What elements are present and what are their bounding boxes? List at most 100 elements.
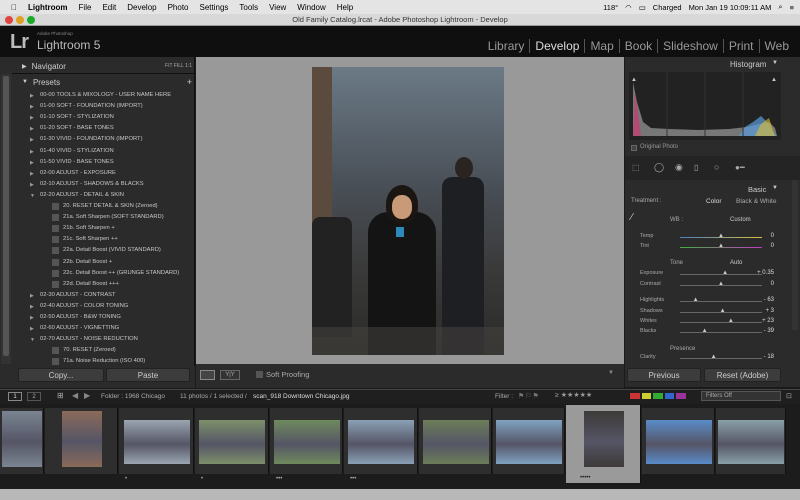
slider-highlights[interactable]: Highlights ▲ - 63 <box>640 297 774 306</box>
slider-blacks[interactable]: Blacks ▲ - 39 <box>640 328 774 337</box>
loupe-view-button[interactable] <box>200 370 215 380</box>
graduated-filter-icon[interactable]: ▯ <box>694 163 698 172</box>
slider-value[interactable]: + 3 <box>765 308 774 314</box>
slider-value[interactable]: + 23 <box>762 318 774 324</box>
expand-arrow-icon[interactable]: ▶ <box>30 137 34 143</box>
menu-settings[interactable]: Settings <box>200 3 229 12</box>
battery-status[interactable]: Charged <box>653 3 682 12</box>
close-window-button[interactable] <box>5 16 13 24</box>
filmstrip-thumbnail[interactable] <box>61 411 102 467</box>
slider-shadows[interactable]: Shadows ▲ + 3 <box>640 308 774 317</box>
left-panel-scrollbar[interactable] <box>1 74 11 364</box>
expand-arrow-icon[interactable]: ▶ <box>30 315 34 321</box>
apple-menu-icon[interactable]:  <box>11 3 17 12</box>
screen-1-button[interactable]: 1 <box>8 392 22 401</box>
slider-thumb-icon[interactable]: ▲ <box>720 308 726 314</box>
preset-item[interactable]: 22a. Detail Boost (VIVID STANDARD) <box>63 245 161 256</box>
before-after-button[interactable]: Y|Y <box>220 370 240 380</box>
treatment-color-button[interactable]: Color <box>706 198 722 205</box>
menu-edit[interactable]: Edit <box>102 3 116 12</box>
module-library[interactable]: Library <box>483 39 530 53</box>
search-icon[interactable]: ⌕ <box>778 2 782 12</box>
preset-folder[interactable]: 02-30 ADJUST - CONTRAST <box>40 290 116 301</box>
rating-stars[interactable]: • <box>125 476 127 482</box>
rating-stars[interactable]: ••• <box>350 476 356 482</box>
preset-folder[interactable]: 01-50 VIVID - BASE TONES <box>40 157 114 168</box>
filmstrip-thumbnail[interactable] <box>273 420 340 464</box>
slider-temp[interactable]: Temp ▲ 0 <box>640 233 774 242</box>
preset-folder[interactable]: 02-40 ADJUST - COLOR TONING <box>40 301 128 312</box>
purple-label-icon[interactable] <box>676 393 686 399</box>
back-arrow-icon[interactable]: ◀ <box>72 391 78 400</box>
preset-folder[interactable]: 01-20 SOFT - BASE TONES <box>40 123 114 134</box>
slider-value[interactable]: 0 <box>771 281 774 287</box>
expand-arrow-icon[interactable]: ▶ <box>30 93 34 99</box>
expand-arrow-icon[interactable]: ▶ <box>30 104 34 110</box>
battery-icon[interactable]: ▭ <box>639 3 646 12</box>
original-photo-checkbox[interactable] <box>631 145 637 151</box>
collapse-basic-icon[interactable]: ▼ <box>772 185 778 191</box>
navigator-zoom-options[interactable]: FIT FILL 1:1 <box>165 63 192 69</box>
module-print[interactable]: Print <box>722 39 759 53</box>
filmstrip-thumbnail[interactable] <box>583 411 624 467</box>
slider-thumb-icon[interactable]: ▲ <box>718 281 724 287</box>
yellow-label-icon[interactable] <box>641 393 652 399</box>
preset-item[interactable]: 22c. Detail Boost ++ (GRUNGE STANDARD) <box>63 268 179 279</box>
right-panel-scrollbar[interactable] <box>792 180 798 330</box>
forward-arrow-icon[interactable]: ▶ <box>84 391 90 400</box>
expand-arrow-icon[interactable]: ▶ <box>30 304 34 310</box>
rating-filter[interactable]: ≥ ★★★★★ <box>555 391 592 399</box>
highlight-clipping-icon[interactable]: ▲ <box>771 77 777 83</box>
preset-item[interactable]: 70. RESET (Zeroed) <box>63 345 116 356</box>
preset-item[interactable]: 20. RESET DETAIL & SKIN (Zeroed) <box>63 201 158 212</box>
reset-button[interactable]: Reset (Adobe) <box>704 368 781 382</box>
shadow-clipping-icon[interactable]: ▲ <box>631 77 637 83</box>
toolbar-menu-icon[interactable]: ▼ <box>608 370 614 376</box>
slider-track[interactable] <box>680 322 762 323</box>
slider-whites[interactable]: Whites ▲ + 23 <box>640 318 774 327</box>
main-photo[interactable] <box>312 67 504 355</box>
filter-preset-dropdown[interactable]: Filters Off <box>701 391 781 401</box>
temperature-status[interactable]: 118° <box>603 3 618 12</box>
preset-folder[interactable]: 01-10 SOFT - STYLIZATION <box>40 112 114 123</box>
menu-develop[interactable]: Develop <box>127 3 156 12</box>
slider-value[interactable]: 0 <box>771 243 774 249</box>
treatment-bw-button[interactable]: Black & White <box>736 198 776 205</box>
rating-stars[interactable]: ••• <box>276 476 282 482</box>
slider-value[interactable]: 0 <box>771 233 774 239</box>
basic-title[interactable]: Basic <box>748 185 766 194</box>
histogram[interactable] <box>629 72 781 140</box>
preset-folder[interactable]: 01-40 VIVID - STYLIZATION <box>40 146 114 157</box>
menu-window[interactable]: Window <box>297 3 325 12</box>
histogram-title[interactable]: Histogram <box>730 60 766 69</box>
minimize-window-button[interactable] <box>16 16 24 24</box>
menu-photo[interactable]: Photo <box>168 3 189 12</box>
module-book[interactable]: Book <box>618 39 657 53</box>
color-label-filter[interactable] <box>630 393 686 399</box>
slider-value[interactable]: + 0.35 <box>757 270 774 276</box>
preset-folder[interactable]: 01-30 VIVID - FOUNDATION (IMPORT) <box>40 134 143 145</box>
menu-file[interactable]: File <box>79 3 92 12</box>
presets-header[interactable]: ▼ Presets + <box>22 75 192 89</box>
preset-folder[interactable]: 02-00 ADJUST - EXPOSURE <box>40 168 116 179</box>
preset-folder[interactable]: 02-60 ADJUST - VIGNETTING <box>40 323 119 334</box>
slider-value[interactable]: - 18 <box>764 354 774 360</box>
filmstrip-thumbnail[interactable] <box>422 420 489 464</box>
expand-arrow-icon[interactable]: ▶ <box>30 171 34 177</box>
collapse-histogram-icon[interactable]: ▼ <box>772 60 778 66</box>
menu-tools[interactable]: Tools <box>239 3 258 12</box>
expand-arrow-icon[interactable]: ▶ <box>30 160 34 166</box>
expand-arrow-icon[interactable]: ▶ <box>30 149 34 155</box>
slider-thumb-icon[interactable]: ▲ <box>718 233 724 239</box>
filmstrip-thumbnail[interactable] <box>496 420 562 464</box>
grid-icon[interactable]: ⊞ <box>57 391 64 400</box>
filter-lock-icon[interactable]: ⊡ <box>786 392 792 400</box>
preset-item[interactable]: 22d. Detail Boost +++ <box>63 279 119 290</box>
expand-arrow-icon[interactable]: ▶ <box>30 293 34 299</box>
preset-item[interactable]: 21c. Soft Sharpen ++ <box>63 234 118 245</box>
preset-item[interactable]: 21a. Soft Sharpen (SOFT STANDARD) <box>63 212 164 223</box>
expand-arrow-icon[interactable]: ▶ <box>30 115 34 121</box>
add-preset-icon[interactable]: + <box>187 77 192 87</box>
slider-thumb-icon[interactable]: ▲ <box>702 328 708 334</box>
module-web[interactable]: Web <box>758 39 794 53</box>
